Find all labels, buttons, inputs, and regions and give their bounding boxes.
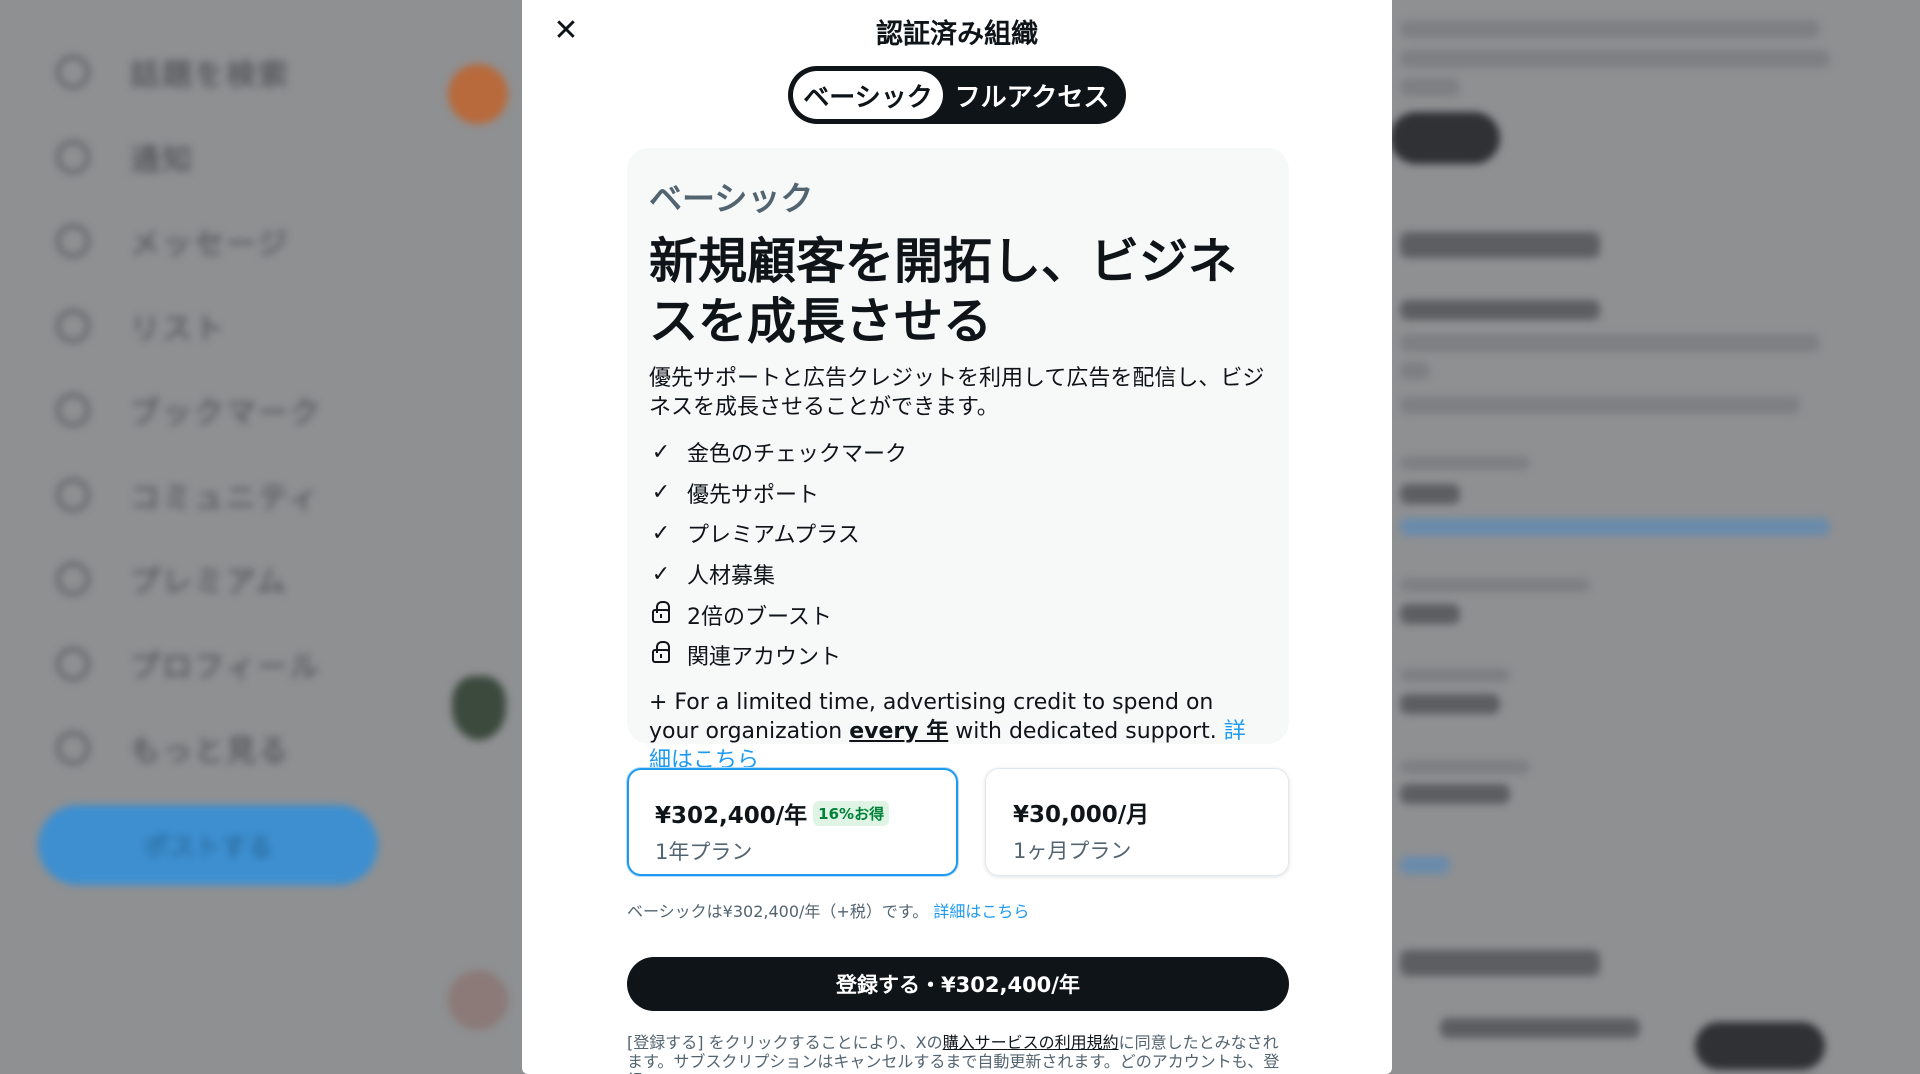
bg-post-button: ポストする xyxy=(38,805,378,885)
annual-term: 1年プラン xyxy=(655,840,753,864)
feature-list: ✓ 金色のチェックマーク ✓ 優先サポート ✓ プレミアムプラス ✓ 人材募集 2倍のブ… xyxy=(649,432,1267,676)
feature-item: 2倍のブースト xyxy=(649,594,1267,635)
modal-title: 認証済み組織 xyxy=(876,19,1038,50)
feature-item: ✓ 金色のチェックマーク xyxy=(649,432,1267,473)
mail-icon xyxy=(56,224,90,259)
tax-learn-more-link[interactable]: 詳細はこちら xyxy=(933,902,1029,921)
list-icon xyxy=(56,308,90,343)
bg-avatar xyxy=(452,676,506,740)
subscribe-button[interactable]: 登録する・¥302,400/年 xyxy=(627,957,1289,1011)
plan-tier-toggle: ベーシック フルアクセス xyxy=(788,66,1126,124)
bg-nav-item: コミュニティ xyxy=(40,453,400,538)
tab-basic[interactable]: ベーシック xyxy=(793,71,943,119)
tax-note: ベーシックは¥302,400/年（+税）です。 詳細はこちら xyxy=(627,902,1030,921)
note-emphasis: every 年 xyxy=(849,718,949,744)
bg-nav-item: もっと見る xyxy=(40,706,400,791)
monthly-term: 1ヶ月プラン xyxy=(1013,839,1132,863)
background-sidebar: 話題を検索 通知 メッセージ リスト ブックマーク コミュニティ プレミアム プ… xyxy=(40,30,400,791)
bg-nav-item: ブックマーク xyxy=(40,368,400,453)
feature-item: ✓ 優先サポート xyxy=(649,473,1267,514)
plan-name: ベーシック xyxy=(649,179,814,218)
monthly-price: ¥30,000/月 xyxy=(1013,802,1150,828)
bookmark-icon xyxy=(56,393,90,428)
feature-item: 関連アカウント xyxy=(649,635,1267,676)
annual-plan-option[interactable]: ¥302,400/年 16%お得 1年プラン xyxy=(627,768,958,876)
annual-price: ¥302,400/年 xyxy=(655,803,808,829)
bell-icon xyxy=(56,139,90,174)
bg-nav-item: プロフィール xyxy=(40,622,400,707)
bg-nav-item: プレミアム xyxy=(40,537,400,622)
ad-credit-note: + For a limited time, advertising credit… xyxy=(649,689,1246,773)
monthly-plan-option[interactable]: ¥30,000/月 1ヶ月プラン xyxy=(985,768,1289,876)
bg-nav-item: 話題を検索 xyxy=(40,30,400,115)
bg-nav-item: 通知 xyxy=(40,115,400,200)
lock-icon xyxy=(649,600,673,629)
check-icon: ✓ xyxy=(651,439,671,465)
lock-icon xyxy=(649,641,673,669)
tab-full-access[interactable]: フルアクセス xyxy=(943,71,1121,119)
x-logo-icon xyxy=(56,562,90,597)
plan-headline: 新規顧客を開拓し、ビジネスを成長させる xyxy=(649,233,1238,350)
feature-item: ✓ プレミアムプラス xyxy=(649,513,1267,554)
people-icon xyxy=(56,477,90,512)
plan-description: 優先サポートと広告クレジットを利用して広告を配信し、ビジネスを成長させることがで… xyxy=(649,366,1265,420)
bg-avatar xyxy=(448,970,508,1030)
plan-card: ベーシック 新規顧客を開拓し、ビジネスを成長させる 優先サポートと広告クレジット… xyxy=(627,148,1289,773)
search-icon xyxy=(56,55,90,90)
bg-avatar xyxy=(448,64,508,124)
purchase-terms-link[interactable]: 購入サービスの利用規約 xyxy=(943,1033,1119,1052)
legal-text: [登録する] をクリックすることにより、Xの購入サービスの利用規約に同意したとみ… xyxy=(627,1033,1280,1074)
check-icon: ✓ xyxy=(651,480,671,506)
bg-nav-item: リスト xyxy=(40,284,400,369)
bg-nav-item: メッセージ xyxy=(40,199,400,284)
more-icon xyxy=(56,731,90,766)
check-icon: ✓ xyxy=(651,561,671,587)
profile-icon xyxy=(56,646,90,681)
feature-item: ✓ 人材募集 xyxy=(649,554,1267,595)
verified-org-modal: ✕ 認証済み組織 ベーシック フルアクセス ベーシック 新規顧客を開拓し、ビジネ… xyxy=(522,0,1392,1074)
check-icon: ✓ xyxy=(651,520,671,546)
discount-badge: 16%お得 xyxy=(813,800,890,826)
